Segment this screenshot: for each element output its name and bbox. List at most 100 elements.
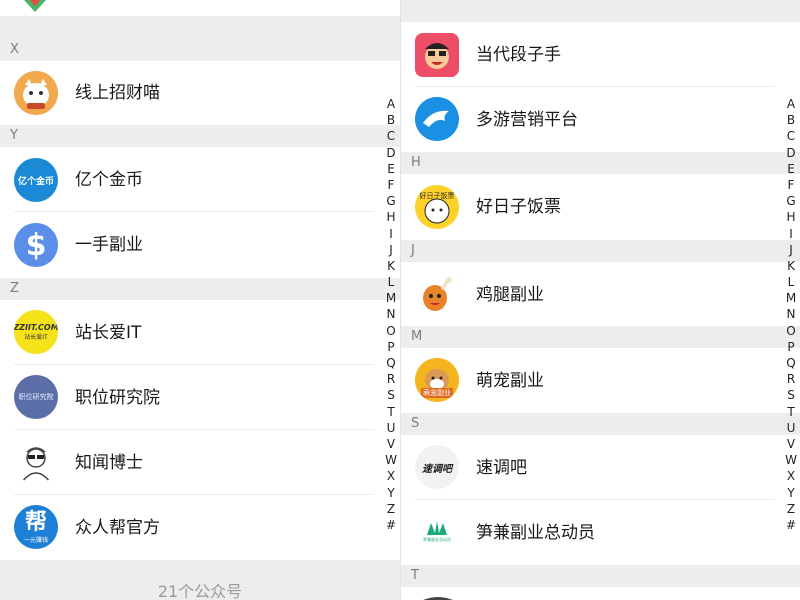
index-letter-l[interactable]: L [384,274,398,290]
account-row-sudiaoba[interactable]: 速调吧 速调吧 [401,435,800,500]
index-letter-s[interactable]: S [384,387,398,403]
index-letter-y[interactable]: Y [784,485,798,501]
index-letter-u[interactable]: U [384,420,398,436]
account-row-yishou-fuye[interactable]: $ 一手副业 [0,212,400,278]
account-row-sunjian-fuye[interactable]: 笋兼副业总动员 笋兼副业总动员 [401,500,800,565]
index-letter-v[interactable]: V [384,436,398,452]
account-name: 笋兼副业总动员 [476,523,595,543]
index-letter-x[interactable]: X [384,468,398,484]
avatar-logo-text: 好日子饭票 [419,192,455,200]
index-letter-n[interactable]: N [384,306,398,322]
index-letter-y[interactable]: Y [384,485,398,501]
index-letter-d[interactable]: D [784,145,798,161]
index-letter-g[interactable]: G [784,193,798,209]
index-letter-a[interactable]: A [384,96,398,112]
index-letter-j[interactable]: J [384,242,398,258]
top-partial-row [0,0,400,16]
index-letter-r[interactable]: R [784,371,798,387]
index-letter-w[interactable]: W [784,452,798,468]
top-partial-strip [401,0,800,22]
index-letter-o[interactable]: O [384,323,398,339]
avatar-logo-text: 职位研究院 [18,393,54,401]
avatar-logo-text: 速调吧 [422,463,452,475]
index-letter-b[interactable]: B [384,112,398,128]
index-letter-n[interactable]: N [784,306,798,322]
index-letter-f[interactable]: F [784,177,798,193]
account-row-zhongren-bang[interactable]: 帮 一元赚钱 众人帮官方 [0,495,400,560]
index-letter-hash[interactable]: # [784,517,798,533]
alphabet-index-bar[interactable]: A B C D E F G H I J K L M N O P Q R S T U V W X Y Z # [784,96,798,533]
index-letter-s[interactable]: S [784,387,798,403]
index-letter-j[interactable]: J [784,242,798,258]
section-s-list: 速调吧 速调吧 笋兼副业总动员 笋兼副业总动员 [401,435,800,565]
index-letter-x[interactable]: X [784,468,798,484]
account-name: 站长爱IT [75,323,142,343]
sudiaoba-logo-avatar: 速调吧 [415,445,459,489]
account-row-duoyou-yingxiao[interactable]: 多游营销平台 [401,87,800,152]
account-name: 速调吧 [476,458,527,478]
index-letter-q[interactable]: Q [384,355,398,371]
avatar-logo-subtext: 站长爱IT [24,334,48,341]
index-letter-t[interactable]: T [384,404,398,420]
section-header-t: T [401,565,800,587]
account-row-hao-rizi-fanpiao[interactable]: 好日子饭票 好日子饭票 [401,174,800,240]
index-letter-p[interactable]: P [784,339,798,355]
index-letter-k[interactable]: K [784,258,798,274]
account-row-mengchong-fuye[interactable]: 萌宠副业 萌宠副业 [401,348,800,413]
index-letter-b[interactable]: B [784,112,798,128]
section-header-x: X [0,39,400,61]
index-letter-h[interactable]: H [384,209,398,225]
index-letter-z[interactable]: Z [784,501,798,517]
index-letter-u[interactable]: U [784,420,798,436]
section-header-j: J [401,240,800,262]
avatar-logo-text: 亿个金币 [17,176,54,187]
index-letter-f[interactable]: F [384,177,398,193]
doctor-sketch-avatar [14,440,58,484]
index-letter-hash[interactable]: # [384,517,398,533]
zhongrenbang-logo-avatar: 帮 一元赚钱 [14,505,58,549]
account-row-zhiwen-boshi[interactable]: 知闻博士 [0,430,400,495]
account-row-zhanzhang-ai-it[interactable]: ZZIIT.COM 站长爱IT 站长爱IT [0,300,400,365]
account-name: 一手副业 [75,235,143,255]
section-header-y: Y [0,125,400,147]
index-letter-c[interactable]: C [384,128,398,144]
account-row-xianshang-zhaocai-miao[interactable]: 线上招财喵 [0,61,400,125]
avatar-logo-text: 笋兼副业总动员 [423,537,451,542]
index-letter-d[interactable]: D [384,145,398,161]
account-name: 众人帮官方 [75,518,160,538]
index-letter-i[interactable]: I [384,226,398,242]
index-letter-k[interactable]: K [384,258,398,274]
index-letter-w[interactable]: W [384,452,398,468]
index-letter-a[interactable]: A [784,96,798,112]
index-letter-o[interactable]: O [784,323,798,339]
index-letter-v[interactable]: V [784,436,798,452]
account-row-dangdai-duanzishou[interactable]: 当代段子手 [401,22,800,87]
account-row-zhiwei-yanjiuyuan[interactable]: 职位研究院 职位研究院 [0,365,400,430]
index-letter-g[interactable]: G [384,193,398,209]
index-letter-e[interactable]: E [784,161,798,177]
index-letter-i[interactable]: I [784,226,798,242]
index-letter-m[interactable]: M [784,290,798,306]
alphabet-index-bar[interactable]: A B C D E F G H I J K L M N O P Q R S T U V W X Y Z # [384,96,398,533]
account-name: 当代段子手 [476,45,561,65]
index-letter-t[interactable]: T [784,404,798,420]
account-row-jitui-fuye[interactable]: 鸡腿副业 [401,262,800,326]
account-name: 萌宠副业 [476,371,544,391]
index-letter-l[interactable]: L [784,274,798,290]
index-letter-m[interactable]: M [384,290,398,306]
index-letter-r[interactable]: R [384,371,398,387]
index-letter-p[interactable]: P [384,339,398,355]
index-letter-q[interactable]: Q [784,355,798,371]
account-row-yige-jinbi[interactable]: 亿个金币 亿个金币 [0,147,400,212]
dollar-sign-avatar: $ [14,223,58,267]
bamboo-shoot-logo-avatar: 笋兼副业总动员 [415,510,459,554]
index-letter-z[interactable]: Z [384,501,398,517]
index-letter-c[interactable]: C [784,128,798,144]
partial-avatar-icon [24,0,46,12]
account-name: 亿个金币 [75,170,143,190]
index-letter-h[interactable]: H [784,209,798,225]
meal-ticket-avatar: 好日子饭票 [415,185,459,229]
avatar-logo-subtext: 一元赚钱 [23,536,48,544]
index-letter-e[interactable]: E [384,161,398,177]
cat-mascot-avatar [14,71,58,115]
